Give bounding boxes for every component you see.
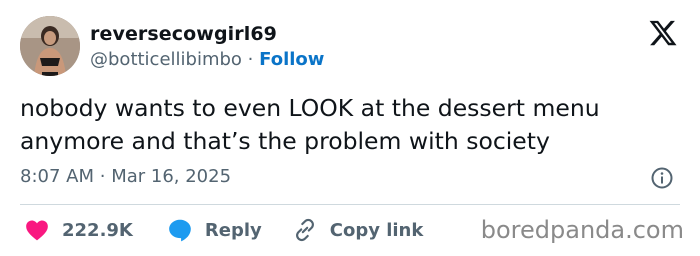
handle-row: @botticellibimbo · Follow xyxy=(90,48,324,72)
user-info: reversecowgirl69 @botticellibimbo · Foll… xyxy=(90,22,324,72)
follow-button[interactable]: Follow xyxy=(259,49,324,70)
display-name[interactable]: reversecowgirl69 xyxy=(90,22,324,46)
copy-link-label: Copy link xyxy=(329,219,424,241)
action-bar: 222.9K Reply Copy link xyxy=(24,215,423,245)
heart-icon xyxy=(26,220,48,241)
info-icon[interactable] xyxy=(650,166,674,190)
watermark: boredpanda.com xyxy=(480,216,684,244)
meta-separator: · xyxy=(99,166,106,187)
user-handle[interactable]: @botticellibimbo xyxy=(90,49,242,70)
like-button[interactable]: 222.9K xyxy=(24,217,133,243)
x-logo-icon[interactable] xyxy=(648,18,678,48)
link-icon xyxy=(295,218,314,242)
tweet-card: reversecowgirl69 @botticellibimbo · Foll… xyxy=(0,0,700,256)
like-count: 222.9K xyxy=(62,219,133,241)
tweet-text: nobody wants to even LOOK at the dessert… xyxy=(20,94,600,155)
tweet-time[interactable]: 8:07 AM xyxy=(20,166,94,187)
tweet-date[interactable]: Mar 16, 2025 xyxy=(111,166,231,187)
reply-label: Reply xyxy=(204,219,262,241)
speech-bubble-icon xyxy=(169,219,191,242)
divider xyxy=(20,204,680,205)
tweet-meta: 8:07 AM · Mar 16, 2025 xyxy=(20,165,231,189)
reply-button[interactable]: Reply xyxy=(167,217,262,243)
handle-separator: · xyxy=(247,49,254,70)
copy-link-button[interactable]: Copy link xyxy=(292,217,424,243)
avatar-image xyxy=(20,16,80,76)
avatar[interactable] xyxy=(20,16,80,76)
